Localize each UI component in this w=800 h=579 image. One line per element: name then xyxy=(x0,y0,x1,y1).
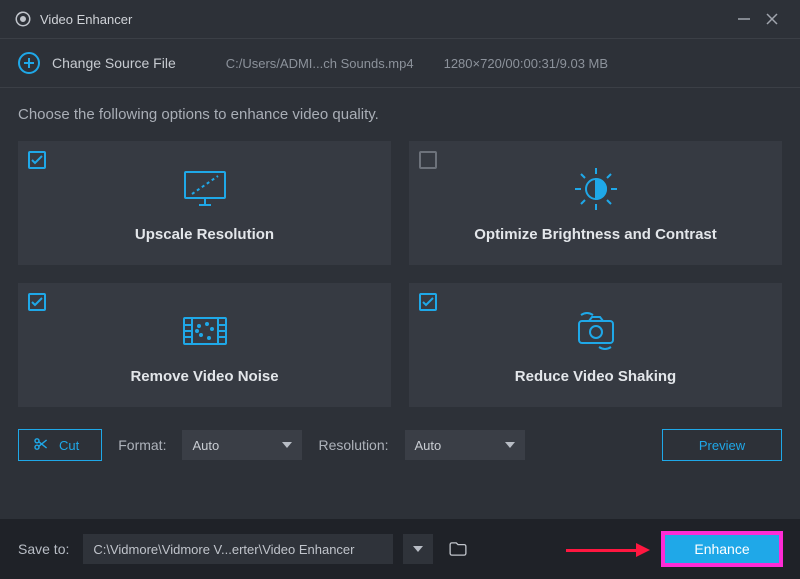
checkbox-shaking[interactable] xyxy=(419,293,437,311)
chevron-down-icon xyxy=(282,442,292,448)
option-label: Optimize Brightness and Contrast xyxy=(474,226,717,243)
format-label: Format: xyxy=(118,437,166,453)
option-cards: Upscale Resolution Optimize Brightness a… xyxy=(0,133,800,407)
checkbox-brightness[interactable] xyxy=(419,151,437,169)
close-button[interactable] xyxy=(758,5,786,33)
option-brightness-contrast[interactable]: Optimize Brightness and Contrast xyxy=(409,141,782,265)
open-folder-button[interactable] xyxy=(443,534,473,564)
chevron-down-icon xyxy=(413,546,423,552)
resolution-value: Auto xyxy=(415,438,442,453)
saveto-label: Save to: xyxy=(18,541,69,557)
checkbox-noise[interactable] xyxy=(28,293,46,311)
film-noise-icon xyxy=(181,306,229,356)
cut-label: Cut xyxy=(59,438,79,453)
instruction-text: Choose the following options to enhance … xyxy=(0,88,800,133)
preview-label: Preview xyxy=(699,438,745,453)
source-row: Change Source File C:/Users/ADMI...ch So… xyxy=(0,39,800,87)
chevron-down-icon xyxy=(505,442,515,448)
app-icon xyxy=(14,10,32,28)
change-source-link[interactable]: Change Source File xyxy=(52,55,176,71)
bottom-bar: Save to: C:\Vidmore\Vidmore V...erter\Vi… xyxy=(0,519,800,579)
camera-shake-icon xyxy=(571,306,621,356)
option-label: Upscale Resolution xyxy=(135,226,274,243)
option-upscale-resolution[interactable]: Upscale Resolution xyxy=(18,141,391,265)
option-remove-noise[interactable]: Remove Video Noise xyxy=(18,283,391,407)
app-title: Video Enhancer xyxy=(40,12,132,27)
format-value: Auto xyxy=(192,438,219,453)
checkbox-upscale[interactable] xyxy=(28,151,46,169)
brightness-icon xyxy=(573,164,619,214)
add-source-icon[interactable] xyxy=(18,52,40,74)
format-select[interactable]: Auto xyxy=(182,430,302,460)
saveto-path[interactable]: C:\Vidmore\Vidmore V...erter\Video Enhan… xyxy=(83,534,393,564)
enhance-label: Enhance xyxy=(694,541,749,557)
enhance-button[interactable]: Enhance xyxy=(662,532,782,566)
titlebar: Video Enhancer xyxy=(0,0,800,38)
preview-button[interactable]: Preview xyxy=(662,429,782,461)
cut-button[interactable]: Cut xyxy=(18,429,102,461)
controls-row: Cut Format: Auto Resolution: Auto Previe… xyxy=(0,407,800,461)
option-reduce-shaking[interactable]: Reduce Video Shaking xyxy=(409,283,782,407)
resolution-select[interactable]: Auto xyxy=(405,430,525,460)
source-meta: 1280×720/00:00:31/9.03 MB xyxy=(444,56,608,71)
saveto-path-text: C:\Vidmore\Vidmore V...erter\Video Enhan… xyxy=(93,542,354,557)
option-label: Remove Video Noise xyxy=(130,368,278,385)
source-path: C:/Users/ADMI...ch Sounds.mp4 xyxy=(226,56,414,71)
scissors-icon xyxy=(33,436,49,455)
annotation-arrow xyxy=(566,543,650,557)
minimize-button[interactable] xyxy=(730,5,758,33)
saveto-dropdown[interactable] xyxy=(403,534,433,564)
option-label: Reduce Video Shaking xyxy=(515,368,676,385)
monitor-icon xyxy=(182,164,228,214)
resolution-label: Resolution: xyxy=(318,437,388,453)
